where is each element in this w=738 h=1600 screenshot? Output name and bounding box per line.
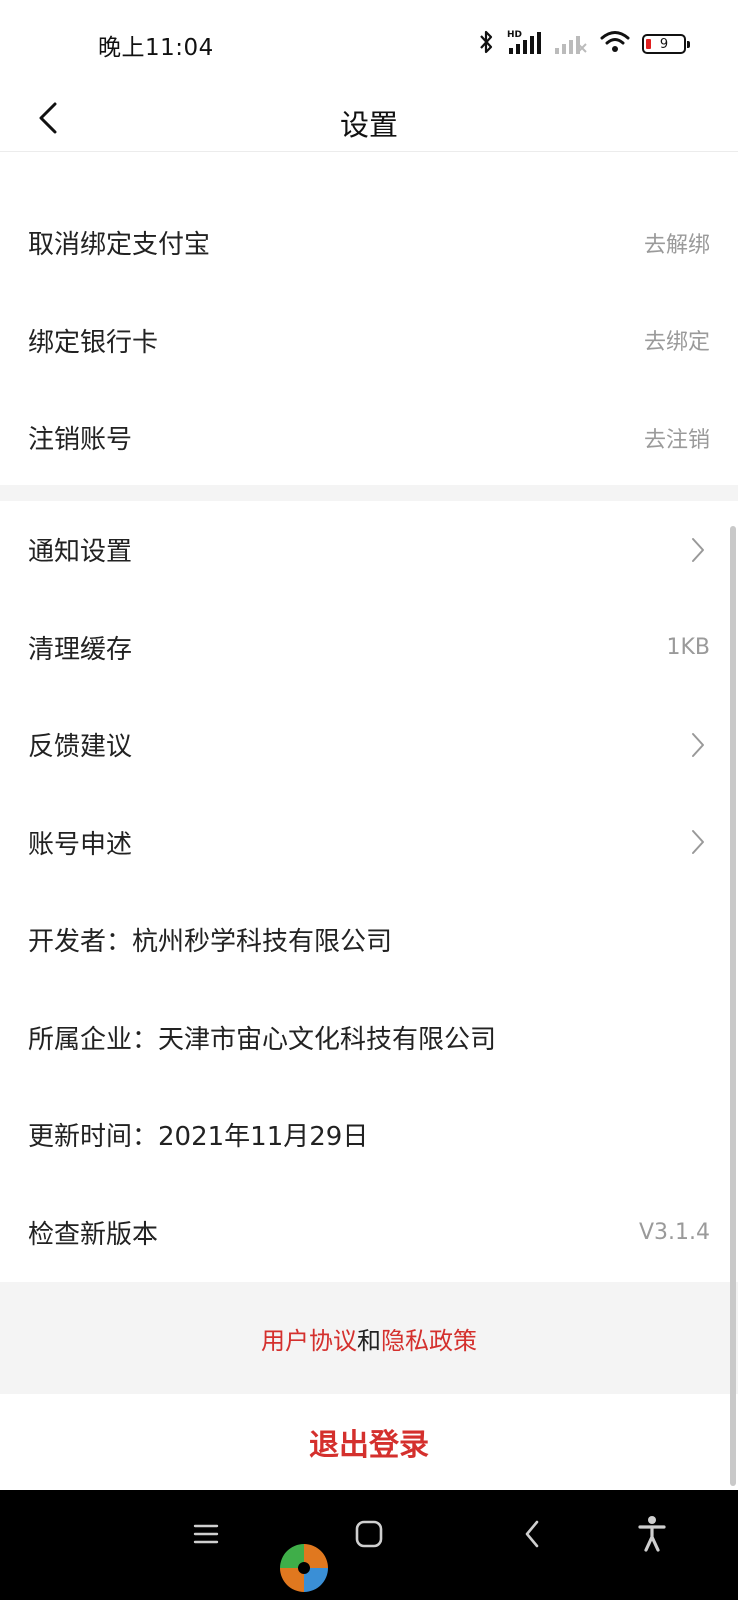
row-company: 所属企业：天津市宙心文化科技有限公司 bbox=[0, 989, 738, 1087]
row-update-time: 更新时间：2021年11月29日 bbox=[0, 1086, 738, 1184]
battery-level: 9 bbox=[659, 36, 669, 52]
user-agreement-link[interactable]: 用户协议 bbox=[261, 1321, 357, 1356]
row-bind-bank-card[interactable]: 绑定银行卡 去绑定 bbox=[0, 292, 738, 390]
section-divider bbox=[0, 485, 738, 501]
row-clear-cache[interactable]: 清理缓存 1KB bbox=[0, 599, 738, 697]
page-title: 设置 bbox=[339, 108, 398, 142]
wifi-icon bbox=[600, 30, 630, 58]
partial-row bbox=[0, 152, 738, 180]
settings-group-account: 取消绑定支付宝 去解绑 绑定银行卡 去绑定 注销账号 去注销 bbox=[0, 194, 738, 487]
row-developer: 开发者：杭州秒学科技有限公司 bbox=[0, 891, 738, 989]
logout-button[interactable]: 退出登录 bbox=[0, 1394, 738, 1490]
back-icon bbox=[523, 1519, 541, 1553]
agreement-joiner: 和 bbox=[357, 1326, 381, 1355]
company-info: 所属企业：天津市宙心文化科技有限公司 bbox=[28, 1024, 497, 1055]
chevron-right-icon bbox=[686, 535, 710, 565]
svg-text:HD: HD bbox=[507, 30, 522, 40]
home-icon bbox=[355, 1520, 383, 1552]
no-signal-icon bbox=[554, 28, 588, 60]
row-label: 检查新版本 bbox=[28, 1219, 159, 1250]
settings-content[interactable]: 取消绑定支付宝 去解绑 绑定银行卡 去绑定 注销账号 去注销 通知设置 清理缓存… bbox=[0, 152, 738, 1490]
scrollbar[interactable] bbox=[730, 526, 736, 1486]
chevron-right-icon bbox=[686, 730, 710, 760]
row-cancel-account[interactable]: 注销账号 去注销 bbox=[0, 389, 738, 487]
system-nav-bar bbox=[0, 1490, 738, 1600]
row-check-version[interactable]: 检查新版本 V3.1.4 bbox=[0, 1184, 738, 1282]
status-bar: 晚上11:04 HD 9 bbox=[0, 0, 738, 88]
row-label: 注销账号 bbox=[28, 425, 133, 456]
row-label: 反馈建议 bbox=[28, 732, 133, 763]
system-back-button[interactable] bbox=[508, 1512, 556, 1560]
chevron-right-icon bbox=[686, 827, 710, 857]
accessibility-button[interactable] bbox=[628, 1512, 676, 1560]
nav-bar: 设置 bbox=[0, 88, 738, 152]
row-account-appeal[interactable]: 账号申述 bbox=[0, 794, 738, 892]
privacy-policy-link[interactable]: 隐私政策 bbox=[381, 1321, 477, 1356]
developer-info: 开发者：杭州秒学科技有限公司 bbox=[28, 927, 393, 958]
update-time: 更新时间：2021年11月29日 bbox=[28, 1122, 369, 1153]
row-label: 清理缓存 bbox=[28, 634, 133, 665]
agreement-links: 用户协议 和 隐私政策 bbox=[0, 1282, 738, 1394]
row-label: 账号申述 bbox=[28, 829, 133, 860]
home-button[interactable] bbox=[345, 1512, 393, 1560]
watermark-logo-icon bbox=[276, 1540, 332, 1596]
row-value: 去绑定 bbox=[643, 330, 710, 356]
row-value: 去注销 bbox=[643, 427, 710, 453]
hd-signal-icon: HD bbox=[506, 28, 542, 60]
status-time: 晚上11:04 bbox=[98, 35, 214, 61]
menu-icon bbox=[193, 1523, 219, 1549]
row-notification-settings[interactable]: 通知设置 bbox=[0, 501, 738, 599]
accessibility-icon bbox=[637, 1515, 667, 1557]
row-label: 通知设置 bbox=[28, 537, 133, 568]
bluetooth-icon bbox=[478, 29, 494, 59]
status-icons: HD 9 bbox=[478, 26, 690, 62]
row-feedback[interactable]: 反馈建议 bbox=[0, 696, 738, 794]
menu-button[interactable] bbox=[182, 1512, 230, 1560]
battery-icon: 9 bbox=[642, 34, 690, 54]
row-value: 去解绑 bbox=[643, 232, 710, 258]
row-label: 取消绑定支付宝 bbox=[28, 230, 211, 261]
cache-size: 1KB bbox=[666, 634, 710, 660]
version-number: V3.1.4 bbox=[638, 1219, 710, 1245]
settings-group-general: 通知设置 清理缓存 1KB 反馈建议 账号申述 开发者：杭州秒学科技有限公司 所… bbox=[0, 501, 738, 1281]
row-label: 绑定银行卡 bbox=[28, 327, 159, 358]
row-unbind-alipay[interactable]: 取消绑定支付宝 去解绑 bbox=[0, 194, 738, 292]
